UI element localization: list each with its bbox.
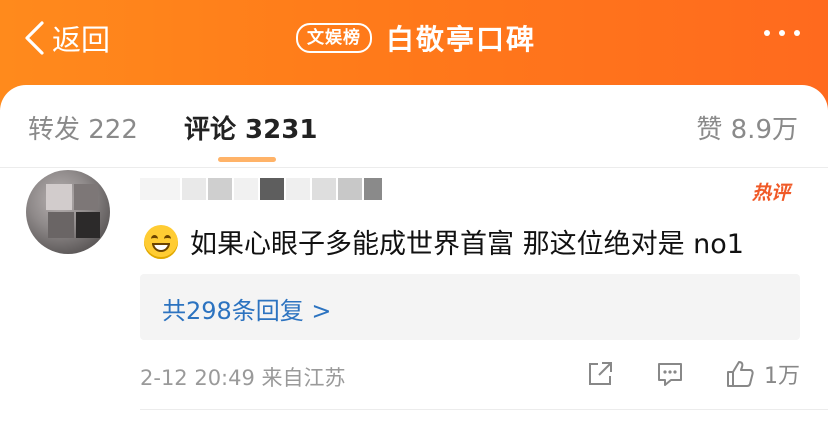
tab-comment[interactable]: 评论 3231 bbox=[184, 109, 317, 146]
back-label: 返回 bbox=[52, 23, 111, 57]
title-area: 文娱榜 白敬亭口碑 bbox=[296, 18, 536, 58]
thumbs-up-icon bbox=[727, 361, 754, 387]
comment-body: 如果心眼子多能成世界首富 那这位绝对是 no1 bbox=[144, 222, 744, 261]
replies-link[interactable]: 共298条回复 > bbox=[162, 291, 332, 326]
more-dots-icon[interactable] bbox=[764, 30, 800, 36]
grinning-face-icon bbox=[144, 224, 178, 259]
tab-repost[interactable]: 转发 222 bbox=[28, 109, 138, 146]
tab-divider bbox=[0, 167, 828, 168]
share-icon bbox=[589, 362, 612, 385]
comment-text: 如果心眼子多能成世界首富 那这位绝对是 no1 bbox=[190, 229, 744, 260]
username-pixelated[interactable] bbox=[140, 178, 384, 204]
chevron-left-icon bbox=[25, 21, 44, 55]
hot-comment-badge: 热评 bbox=[751, 182, 790, 204]
like-button[interactable]: 1万 bbox=[724, 358, 800, 390]
reply-button[interactable] bbox=[654, 358, 686, 390]
comment-actions: 1万 bbox=[584, 356, 800, 392]
brand-badge: 文娱榜 bbox=[296, 23, 372, 53]
like-count: 1万 bbox=[764, 364, 800, 389]
page-title: 白敬亭口碑 bbox=[386, 23, 537, 56]
replies-box[interactable]: 共298条回复 > bbox=[140, 274, 800, 340]
avatar[interactable] bbox=[26, 170, 110, 254]
comment-icon bbox=[658, 363, 682, 386]
tab-bar: 转发 222 评论 3231 赞 8.9万 bbox=[0, 85, 828, 167]
tab-like[interactable]: 赞 8.9万 bbox=[696, 109, 798, 146]
share-button[interactable] bbox=[584, 358, 616, 390]
comment-meta: 2-12 20:49 来自江苏 bbox=[140, 366, 346, 390]
back-button[interactable]: 返回 bbox=[22, 18, 110, 58]
active-tab-indicator bbox=[218, 157, 276, 162]
row-divider bbox=[140, 409, 828, 410]
